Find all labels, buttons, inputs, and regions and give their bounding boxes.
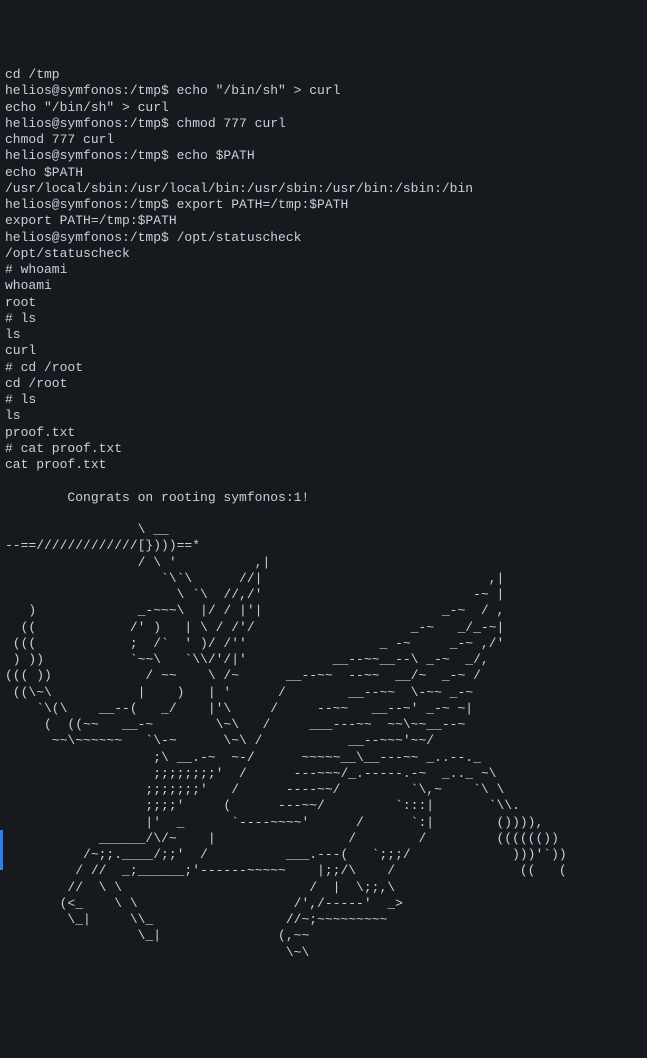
scrollbar-thumb[interactable] <box>0 830 3 870</box>
terminal-output[interactable]: cd /tmp helios@symfonos:/tmp$ echo "/bin… <box>5 67 642 961</box>
